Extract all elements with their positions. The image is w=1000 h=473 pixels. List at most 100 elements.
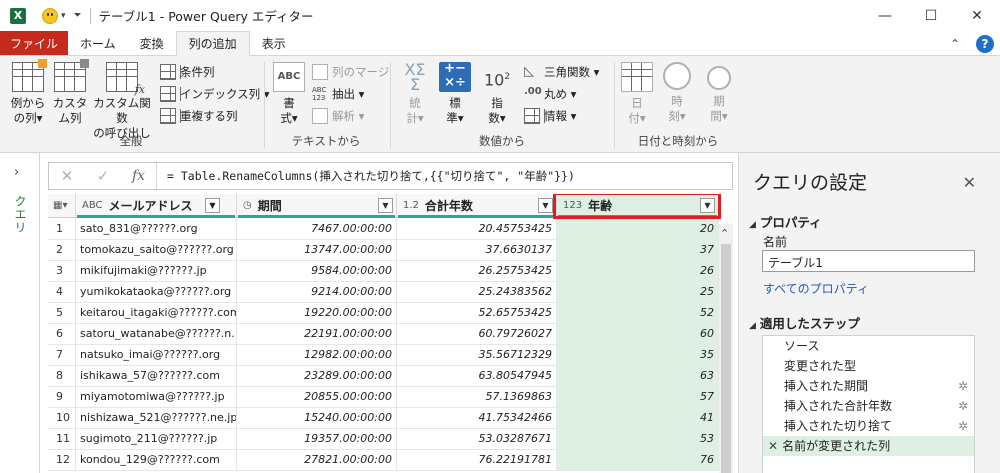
applied-step[interactable]: 挿入された期間 ✲ <box>763 376 974 396</box>
duration-cell[interactable]: 19357.00:00:00 <box>237 429 397 450</box>
feedback-smiley-icon[interactable] <box>42 7 58 24</box>
email-cell[interactable]: sugimoto_211@??????.jp <box>76 429 237 450</box>
duplicate-column-button[interactable]: 重複する列 <box>160 106 238 126</box>
close-button[interactable]: ✕ <box>954 0 1000 31</box>
properties-header[interactable]: ◢ プロパティ <box>749 212 822 231</box>
cancel-formula-icon[interactable]: ✕ <box>49 167 85 185</box>
queries-label[interactable]: クエリ <box>12 195 29 234</box>
email-cell[interactable]: miyamotomiwa@??????.jp <box>76 387 237 408</box>
age-cell[interactable]: 57 <box>557 387 719 408</box>
step-settings-gear-icon[interactable]: ✲ <box>958 396 968 416</box>
total-years-cell[interactable]: 41.75342466 <box>397 408 557 429</box>
step-settings-gear-icon[interactable]: ✲ <box>958 416 968 436</box>
email-cell[interactable]: satoru_watanabe@??????.n... <box>76 324 237 345</box>
help-icon[interactable]: ? <box>976 34 994 53</box>
row-number[interactable]: 4 <box>48 282 76 303</box>
row-number[interactable]: 8 <box>48 366 76 387</box>
email-cell[interactable]: yumikokataoka@??????.org <box>76 282 237 303</box>
row-number[interactable]: 3 <box>48 261 76 282</box>
vertical-scrollbar[interactable]: ⌃ <box>719 224 733 473</box>
trigonometry-button[interactable]: ◺ 三角関数 ▾ <box>524 62 599 82</box>
all-properties-link[interactable]: すべてのプロパティ <box>763 280 869 297</box>
collapse-triangle-icon[interactable]: ◢ <box>749 321 756 331</box>
filter-dropdown-icon[interactable]: ▼ <box>378 198 393 213</box>
fx-icon[interactable]: fx <box>121 163 157 189</box>
parse-button[interactable]: 解析 ▾ <box>312 106 364 126</box>
tab-file[interactable]: ファイル <box>0 31 69 55</box>
decimal-type-icon[interactable]: 1.2 <box>403 200 419 211</box>
age-cell[interactable]: 52 <box>557 303 719 324</box>
collapse-ribbon-icon[interactable]: ⌃ <box>950 37 960 51</box>
total-years-cell[interactable]: 76.22191781 <box>397 450 557 471</box>
total-years-cell[interactable]: 37.6630137 <box>397 240 557 261</box>
column-header-duration[interactable]: ◷ 期間 ▼ <box>237 194 397 218</box>
table-row[interactable]: 11 sugimoto_211@??????.jp 19357.00:00:00 53… <box>48 429 733 450</box>
applied-step[interactable]: ✕ 名前が変更された列 <box>763 436 974 456</box>
duration-cell[interactable]: 27821.00:00:00 <box>237 450 397 471</box>
tab-home[interactable]: ホーム <box>68 31 128 55</box>
duration-cell[interactable]: 9214.00:00:00 <box>237 282 397 303</box>
total-years-cell[interactable]: 57.1369863 <box>397 387 557 408</box>
table-row[interactable]: 10 nishizawa_521@??????.ne.jp 15240.00:00:… <box>48 408 733 429</box>
age-cell[interactable]: 25 <box>557 282 719 303</box>
collapse-triangle-icon[interactable]: ◢ <box>749 220 756 230</box>
tab-view[interactable]: 表示 <box>250 31 298 55</box>
scrollbar-thumb[interactable] <box>721 244 731 473</box>
expand-queries-icon[interactable]: › <box>14 165 19 180</box>
total-years-cell[interactable]: 63.80547945 <box>397 366 557 387</box>
duration-cell[interactable]: 13747.00:00:00 <box>237 240 397 261</box>
email-cell[interactable]: nishizawa_521@??????.ne.jp <box>76 408 237 429</box>
table-row[interactable]: 4 yumikokataoka@??????.org 9214.00:00:00 25… <box>48 282 733 303</box>
rounding-button[interactable]: .00 丸め ▾ <box>524 84 576 104</box>
merge-columns-button[interactable]: 列のマージ <box>312 62 389 82</box>
table-menu-button[interactable]: ▦▾ <box>48 194 76 218</box>
format-button[interactable]: ABC 書 式▾ <box>272 62 306 126</box>
duration-type-icon[interactable]: ◷ <box>243 200 252 211</box>
duration-cell[interactable]: 19220.00:00:00 <box>237 303 397 324</box>
age-cell[interactable]: 20 <box>557 219 719 240</box>
table-row[interactable]: 7 natsuko_imai@??????.org 12982.00:00:00 35… <box>48 345 733 366</box>
table-row[interactable]: 9 miyamotomiwa@??????.jp 20855.00:00:00 57.… <box>48 387 733 408</box>
email-cell[interactable]: mikifujimaki@??????.jp <box>76 261 237 282</box>
extract-button[interactable]: ABC 123 抽出 ▾ <box>312 84 364 104</box>
formula-input[interactable]: = Table.RenameColumns(挿入された切り捨て,{{"切り捨て"… <box>167 168 575 184</box>
row-number[interactable]: 2 <box>48 240 76 261</box>
total-years-cell[interactable]: 60.79726027 <box>397 324 557 345</box>
email-cell[interactable]: ishikawa_57@??????.com <box>76 366 237 387</box>
age-cell[interactable]: 41 <box>557 408 719 429</box>
delete-step-icon[interactable]: ✕ <box>768 439 778 453</box>
row-number[interactable]: 10 <box>48 408 76 429</box>
text-type-icon[interactable]: ABC <box>82 200 103 211</box>
age-cell[interactable]: 63 <box>557 366 719 387</box>
age-cell[interactable]: 76 <box>557 450 719 471</box>
tab-add-column[interactable]: 列の追加 <box>175 31 250 56</box>
duration-cell[interactable]: 9584.00:00:00 <box>237 261 397 282</box>
table-row[interactable]: 3 mikifujimaki@??????.jp 9584.00:00:00 26.2… <box>48 261 733 282</box>
email-cell[interactable]: sato_831@??????.org <box>76 219 237 240</box>
applied-step[interactable]: 挿入された切り捨て ✲ <box>763 416 974 436</box>
confirm-formula-icon[interactable]: ✓ <box>85 167 121 185</box>
filter-dropdown-icon[interactable]: ▼ <box>538 198 553 213</box>
column-header-age[interactable]: 123 年齢 ▼ <box>557 194 719 218</box>
total-years-cell[interactable]: 53.03287671 <box>397 429 557 450</box>
table-row[interactable]: 5 keitarou_itagaki@??????.com 19220.00:00:… <box>48 303 733 324</box>
invoke-custom-function-button[interactable]: fx カスタム関数 の呼び出し <box>90 62 154 141</box>
row-number[interactable]: 9 <box>48 387 76 408</box>
filter-dropdown-icon[interactable]: ▼ <box>205 198 220 213</box>
total-years-cell[interactable]: 20.45753425 <box>397 219 557 240</box>
duration-cell[interactable]: 23289.00:00:00 <box>237 366 397 387</box>
close-icon[interactable]: ✕ <box>963 173 976 192</box>
column-header-total-years[interactable]: 1.2 合計年数 ▼ <box>397 194 557 218</box>
chevron-down-icon[interactable]: ▾ <box>61 11 66 21</box>
email-cell[interactable]: tomokazu_saito@??????.org <box>76 240 237 261</box>
applied-step[interactable]: 変更された型 <box>763 356 974 376</box>
duration-cell[interactable]: 22191.00:00:00 <box>237 324 397 345</box>
query-name-input[interactable]: テーブル1 <box>762 250 975 272</box>
duration-cell[interactable]: 15240.00:00:00 <box>237 408 397 429</box>
applied-step[interactable]: 挿入された合計年数 ✲ <box>763 396 974 416</box>
email-cell[interactable]: keitarou_itagaki@??????.com <box>76 303 237 324</box>
time-button[interactable]: 時 刻▾ <box>660 62 694 124</box>
filter-dropdown-icon[interactable]: ▼ <box>700 198 715 213</box>
duration-cell[interactable]: 12982.00:00:00 <box>237 345 397 366</box>
duration-button[interactable]: 期 間▾ <box>702 62 736 124</box>
